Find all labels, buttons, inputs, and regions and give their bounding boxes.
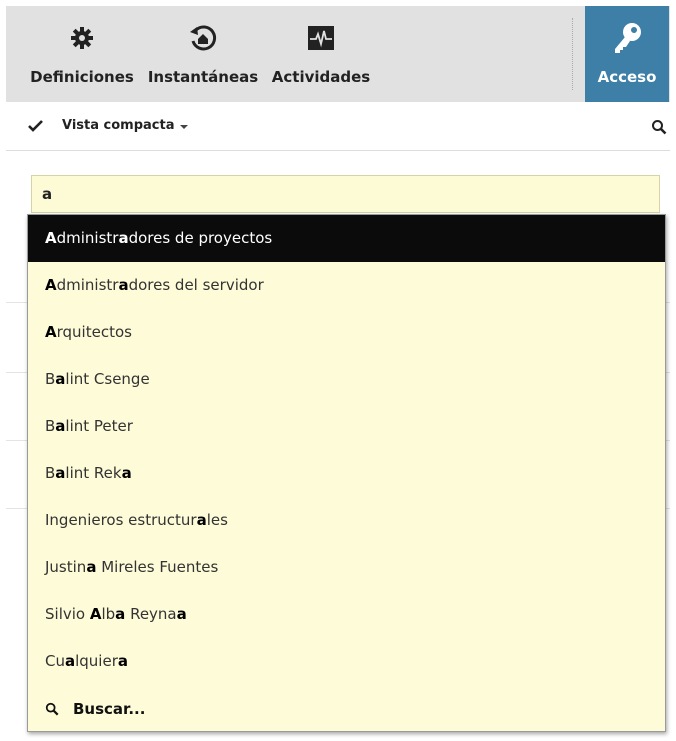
match-highlight: a [86, 558, 97, 576]
search-icon [45, 702, 59, 716]
match-highlight: A [45, 323, 57, 341]
match-highlight: a [55, 464, 66, 482]
option-text: lint Csenge [65, 370, 150, 388]
option-text: Mireles Fuentes [96, 558, 219, 576]
option-text: Cu [45, 652, 65, 670]
activity-monitor-icon [305, 22, 337, 54]
option-text: lint Rek [65, 464, 122, 482]
dropdown-option[interactable]: Administradores del servidor [28, 262, 665, 309]
view-bar: Vista compacta [6, 102, 670, 151]
match-highlight: a [55, 370, 66, 388]
option-text: dores de proyectos [128, 229, 273, 247]
dropdown-option[interactable]: Ingenieros estructurales [28, 497, 665, 544]
search-more-label: Buscar... [73, 700, 146, 718]
option-text: lquier [75, 652, 118, 670]
match-highlight: a [176, 605, 187, 623]
dropdown-option[interactable]: Balint Csenge [28, 356, 665, 403]
chevron-down-icon[interactable] [180, 125, 188, 129]
option-text: les [206, 511, 228, 529]
search-more-button[interactable]: Buscar... [45, 697, 145, 721]
toolbar-divider [572, 18, 573, 90]
match-highlight: A [45, 229, 57, 247]
actividades-label: Actividades [271, 68, 371, 86]
search-input[interactable]: a [31, 175, 660, 213]
option-text: Justin [45, 558, 87, 576]
option-text: Reyna [125, 605, 177, 623]
option-text: dministr [56, 229, 119, 247]
match-highlight: a [115, 605, 126, 623]
option-text: dores del servidor [128, 276, 264, 294]
option-text: rquitectos [56, 323, 132, 341]
match-highlight: a [196, 511, 207, 529]
search-input-value: a [42, 185, 53, 203]
definiciones-label: Definiciones [30, 68, 134, 86]
match-highlight: a [118, 276, 129, 294]
match-highlight: a [55, 417, 66, 435]
dropdown-option[interactable]: Cualquiera [28, 638, 665, 685]
definiciones-button[interactable]: Definiciones [30, 6, 134, 102]
dropdown-option[interactable]: Silvio Alba Reynaa [28, 591, 665, 638]
instantaneas-button[interactable]: Instantáneas [148, 6, 258, 102]
dropdown-option[interactable]: Administradores de proyectos [28, 215, 665, 262]
compact-view-dropdown[interactable]: Vista compacta [62, 118, 175, 133]
snapshot-restore-icon [187, 22, 219, 54]
option-text: B [45, 464, 56, 482]
gear-icon [66, 22, 98, 54]
option-text: B [45, 370, 56, 388]
dropdown-option[interactable]: Balint Reka [28, 450, 665, 497]
match-highlight: a [64, 652, 76, 670]
match-highlight: A [45, 276, 57, 294]
dropdown-option[interactable]: Balint Peter [28, 403, 665, 450]
acceso-label: Acceso [597, 68, 657, 86]
option-text: Ingenieros estructur [45, 511, 197, 529]
match-highlight: a [121, 464, 132, 482]
match-highlight: a [117, 652, 128, 670]
option-text: lint Peter [65, 417, 133, 435]
match-highlight: a [118, 229, 129, 247]
dropdown-option[interactable]: Justina Mireles Fuentes [28, 544, 665, 591]
option-text: B [45, 417, 56, 435]
option-text: lb [101, 605, 116, 623]
dropdown-option[interactable]: Arquitectos [28, 309, 665, 356]
main-toolbar: Definiciones Instantáneas Actividades [6, 6, 670, 102]
check-icon [28, 118, 46, 134]
option-text: Silvio [45, 605, 90, 623]
acceso-button[interactable]: Acceso [585, 6, 669, 102]
search-icon[interactable] [651, 119, 667, 135]
autocomplete-dropdown: Administradores de proyectos Administrado… [27, 214, 666, 732]
option-text: dministr [56, 276, 119, 294]
actividades-button[interactable]: Actividades [271, 6, 371, 102]
key-icon [609, 20, 645, 56]
instantaneas-label: Instantáneas [147, 68, 259, 86]
match-highlight: A [89, 605, 102, 623]
